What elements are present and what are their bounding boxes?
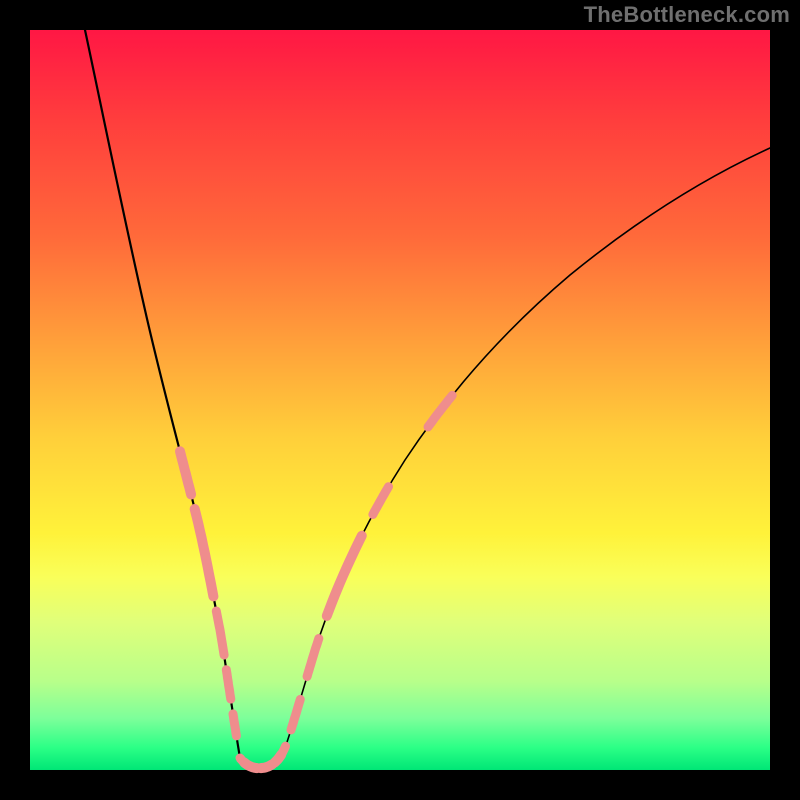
highlight-segment (195, 509, 214, 596)
highlight-segment (216, 611, 224, 655)
highlight-segment (244, 762, 257, 768)
curve-left-branch (85, 30, 240, 758)
highlight-segment (226, 670, 231, 699)
highlight-segment (180, 451, 191, 494)
highlight-segment (373, 487, 389, 515)
highlight-segment (428, 395, 452, 427)
watermark: TheBottleneck.com (584, 2, 790, 28)
curve-right-branch (286, 148, 770, 745)
highlight-segment (327, 536, 362, 616)
plot-area (30, 30, 770, 770)
highlight-segment (307, 639, 319, 677)
chart-frame: TheBottleneck.com (0, 0, 800, 800)
chart-svg (30, 30, 770, 770)
highlight-segment (282, 746, 285, 753)
highlight-segment (291, 699, 300, 730)
highlight-segment (233, 714, 236, 736)
